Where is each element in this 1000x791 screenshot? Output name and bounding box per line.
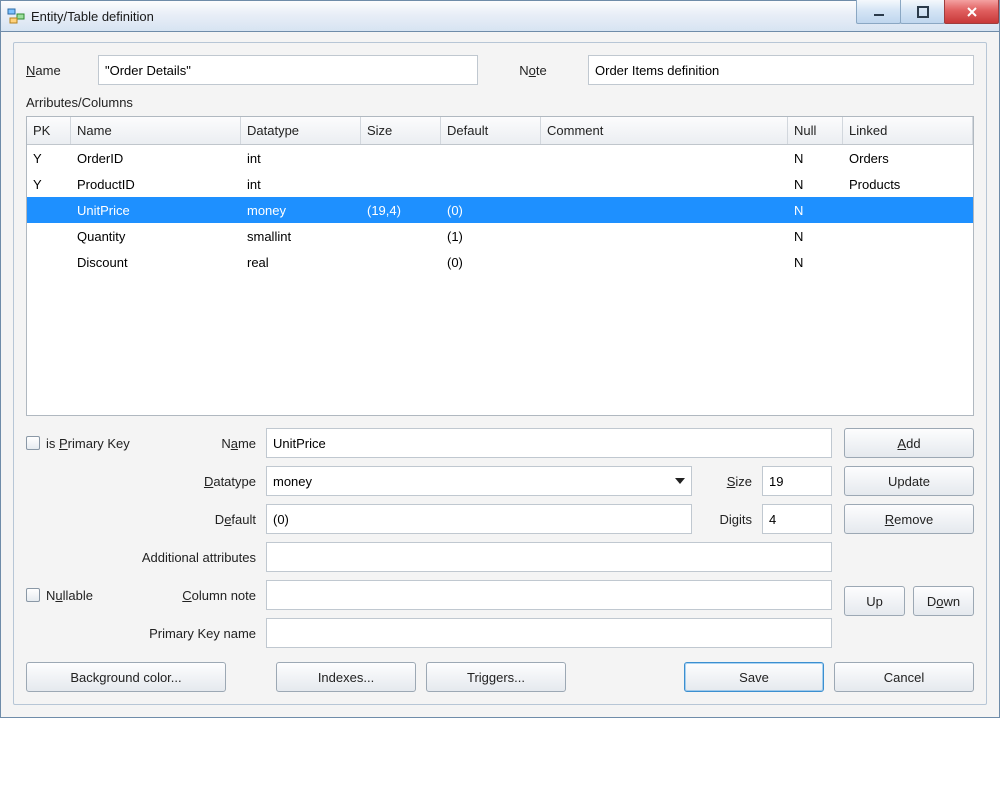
close-button[interactable] [944, 0, 999, 24]
field-colnote-input[interactable] [266, 580, 832, 610]
nullable-label: Nullable [46, 588, 93, 603]
update-button[interactable]: Update [844, 466, 974, 496]
triggers-button[interactable]: Triggers... [426, 662, 566, 692]
inner-frame: Name Note Arributes/Columns PK Name Data… [13, 42, 987, 705]
table-cell: (0) [441, 255, 541, 270]
table-cell: Products [843, 177, 973, 192]
field-datatype-value: money [273, 474, 312, 489]
entity-name-input[interactable] [98, 55, 478, 85]
table-cell: Quantity [71, 229, 241, 244]
table-row[interactable]: YOrderIDint NOrders [27, 145, 973, 171]
field-datatype-label: Datatype [166, 474, 266, 489]
table-cell: money [241, 203, 361, 218]
table-row[interactable]: Quantitysmallint (1) N [27, 223, 973, 249]
field-colnote-label: Column note [166, 588, 266, 603]
field-pkname-input[interactable] [266, 618, 832, 648]
table-row[interactable]: Discountreal (0) N [27, 249, 973, 275]
nullable-checkbox[interactable] [26, 588, 40, 602]
table-cell: int [241, 177, 361, 192]
table-cell: N [788, 229, 843, 244]
name-label: Name [26, 63, 98, 78]
table-cell: int [241, 151, 361, 166]
app-icon [7, 7, 25, 25]
minimize-button[interactable] [856, 0, 901, 24]
field-name-input[interactable] [266, 428, 832, 458]
up-button[interactable]: Up [844, 586, 905, 616]
is-primary-key-checkbox[interactable] [26, 436, 40, 450]
table-cell: Discount [71, 255, 241, 270]
columns-grid[interactable]: PK Name Datatype Size Default Comment Nu… [26, 116, 974, 416]
table-cell: (19,4) [361, 203, 441, 218]
field-default-input[interactable] [266, 504, 692, 534]
form-area: is Primary Key Name Datatype money Size [26, 428, 974, 656]
table-cell: ProductID [71, 177, 241, 192]
table-row[interactable]: YProductIDint NProducts [27, 171, 973, 197]
field-pkname-label: Primary Key name [106, 626, 266, 641]
field-digits-label: Digits [692, 512, 762, 527]
table-cell: N [788, 151, 843, 166]
grid-header: PK Name Datatype Size Default Comment Nu… [27, 117, 973, 145]
field-name-label: Name [166, 436, 266, 451]
table-cell: smallint [241, 229, 361, 244]
down-button[interactable]: Down [913, 586, 974, 616]
header-row: Name Note [26, 55, 974, 85]
maximize-button[interactable] [900, 0, 945, 24]
table-cell: N [788, 203, 843, 218]
field-additional-input[interactable] [266, 542, 832, 572]
table-cell: UnitPrice [71, 203, 241, 218]
indexes-button[interactable]: Indexes... [276, 662, 416, 692]
col-header-size[interactable]: Size [361, 117, 441, 144]
grid-body: YOrderIDintNOrdersYProductIDintNProducts… [27, 145, 973, 275]
is-primary-key-label: is Primary Key [46, 436, 130, 451]
col-header-datatype[interactable]: Datatype [241, 117, 361, 144]
table-cell: N [788, 255, 843, 270]
col-header-linked[interactable]: Linked [843, 117, 973, 144]
table-cell: Y [27, 177, 71, 192]
window-controls [857, 0, 999, 24]
field-default-label: Default [166, 512, 266, 527]
table-row[interactable]: UnitPricemoney(19,4)(0) N [27, 197, 973, 223]
table-cell: N [788, 177, 843, 192]
right-button-column: Add Update Remove Up Down [844, 428, 974, 656]
col-header-null[interactable]: Null [788, 117, 843, 144]
field-size-input[interactable] [762, 466, 832, 496]
bottom-button-row: Background color... Indexes... Triggers.… [26, 662, 974, 692]
field-digits-input[interactable] [762, 504, 832, 534]
background-color-button[interactable]: Background color... [26, 662, 226, 692]
table-cell: OrderID [71, 151, 241, 166]
field-additional-label: Additional attributes [106, 550, 266, 565]
dropdown-caret-icon [675, 478, 685, 484]
titlebar: Entity/Table definition [0, 0, 1000, 32]
save-button[interactable]: Save [684, 662, 824, 692]
note-label: Note [478, 63, 588, 78]
attributes-section-label: Arributes/Columns [26, 95, 974, 110]
field-datatype-select[interactable]: money [266, 466, 692, 496]
window-title: Entity/Table definition [31, 9, 154, 24]
col-header-comment[interactable]: Comment [541, 117, 788, 144]
cancel-button[interactable]: Cancel [834, 662, 974, 692]
add-button[interactable]: Add [844, 428, 974, 458]
table-cell: real [241, 255, 361, 270]
col-header-name[interactable]: Name [71, 117, 241, 144]
col-header-default[interactable]: Default [441, 117, 541, 144]
table-cell: (0) [441, 203, 541, 218]
form-left: is Primary Key Name Datatype money Size [26, 428, 832, 656]
table-cell: Orders [843, 151, 973, 166]
remove-button[interactable]: Remove [844, 504, 974, 534]
entity-note-input[interactable] [588, 55, 974, 85]
dialog-body: Name Note Arributes/Columns PK Name Data… [0, 32, 1000, 718]
col-header-pk[interactable]: PK [27, 117, 71, 144]
table-cell: Y [27, 151, 71, 166]
table-cell: (1) [441, 229, 541, 244]
field-size-label: Size [692, 474, 762, 489]
